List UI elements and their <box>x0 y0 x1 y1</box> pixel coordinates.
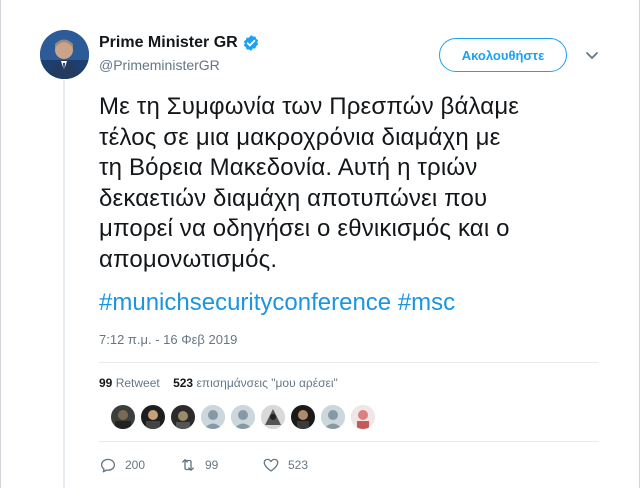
reply-icon <box>100 458 116 473</box>
retweet-stat-label: Retweet <box>115 376 160 390</box>
retweet-stat[interactable]: 99 Retweet <box>99 376 160 390</box>
display-name[interactable]: Prime Minister GR <box>99 34 238 52</box>
reply-button[interactable]: 200 <box>99 456 177 474</box>
tweet-text-line: δεκαετιών διαμάχη αποτυπώνει που <box>99 184 488 212</box>
like-button[interactable]: 523 <box>262 456 308 474</box>
liker-avatar-4[interactable] <box>201 405 225 429</box>
liker-avatars <box>111 405 375 429</box>
profile-photo-icon <box>40 30 89 79</box>
divider <box>99 441 599 442</box>
tweet-text-line: μπορεί να οδηγήσει ο εθνικισμός και ο <box>99 215 510 242</box>
hashtags: #munichsecurityconference #msc <box>99 288 455 318</box>
chevron-down-icon[interactable] <box>583 46 601 64</box>
like-count: 523 <box>288 458 309 472</box>
tweet-text: Με τη Συμφωνία των Πρεσπών βάλαμε τέλος … <box>99 92 619 275</box>
hashtag-link[interactable]: #msc <box>398 289 455 316</box>
liker-avatar-3[interactable] <box>171 405 195 429</box>
like-stat[interactable]: 523 επισημάνσεις "μου αρέσει" <box>173 376 338 390</box>
user-handle[interactable]: @PrimeministerGR <box>99 57 220 73</box>
tweet-text-line: τη Βόρεια Μακεδονία. Αυτή η τριών <box>99 154 478 181</box>
avatar[interactable] <box>40 30 89 79</box>
like-stat-count: 523 <box>173 376 194 390</box>
tweet-text-line: απομονωτισμός. <box>99 245 278 273</box>
divider <box>99 362 599 363</box>
liker-avatar-6[interactable] <box>261 405 285 429</box>
retweet-button[interactable]: 99 <box>179 456 262 474</box>
reply-count: 200 <box>125 458 146 472</box>
liker-avatar-1[interactable] <box>111 405 135 429</box>
verified-badge-icon <box>242 34 260 52</box>
liker-avatar-8[interactable] <box>321 405 345 429</box>
tweet-actions: 200 99 523 <box>99 456 308 474</box>
liker-avatar-2[interactable] <box>141 405 165 429</box>
retweet-count: 99 <box>205 458 219 472</box>
retweet-stat-count: 99 <box>99 376 113 390</box>
hashtag-link[interactable]: #munichsecurityconference <box>99 289 391 316</box>
tweet-card: Prime Minister GR @PrimeministerGR Ακολο… <box>0 0 640 488</box>
engagement-stats: 99 Retweet 523 επισημάνσεις "μου αρέσει" <box>99 376 338 390</box>
name-row: Prime Minister GR <box>99 34 260 52</box>
retweet-icon <box>182 459 194 471</box>
tweet-timestamp[interactable]: 7:12 π.μ. - 16 Φεβ 2019 <box>99 332 237 347</box>
tweet-text-line: Με τη Συμφωνία των Πρεσπών βάλαμε <box>99 93 520 120</box>
thread-line <box>63 80 65 488</box>
liker-avatar-9[interactable] <box>351 405 375 429</box>
liker-avatar-5[interactable] <box>231 405 255 429</box>
tweet-text-line: τέλος σε μια μακροχρόνια διαμάχη με <box>99 123 501 151</box>
follow-button[interactable]: Ακολουθήστε <box>439 38 567 72</box>
like-stat-label: επισημάνσεις "μου αρέσει" <box>196 376 338 390</box>
liker-avatar-7[interactable] <box>291 405 315 429</box>
left-border <box>0 0 1 488</box>
heart-icon <box>263 458 279 472</box>
